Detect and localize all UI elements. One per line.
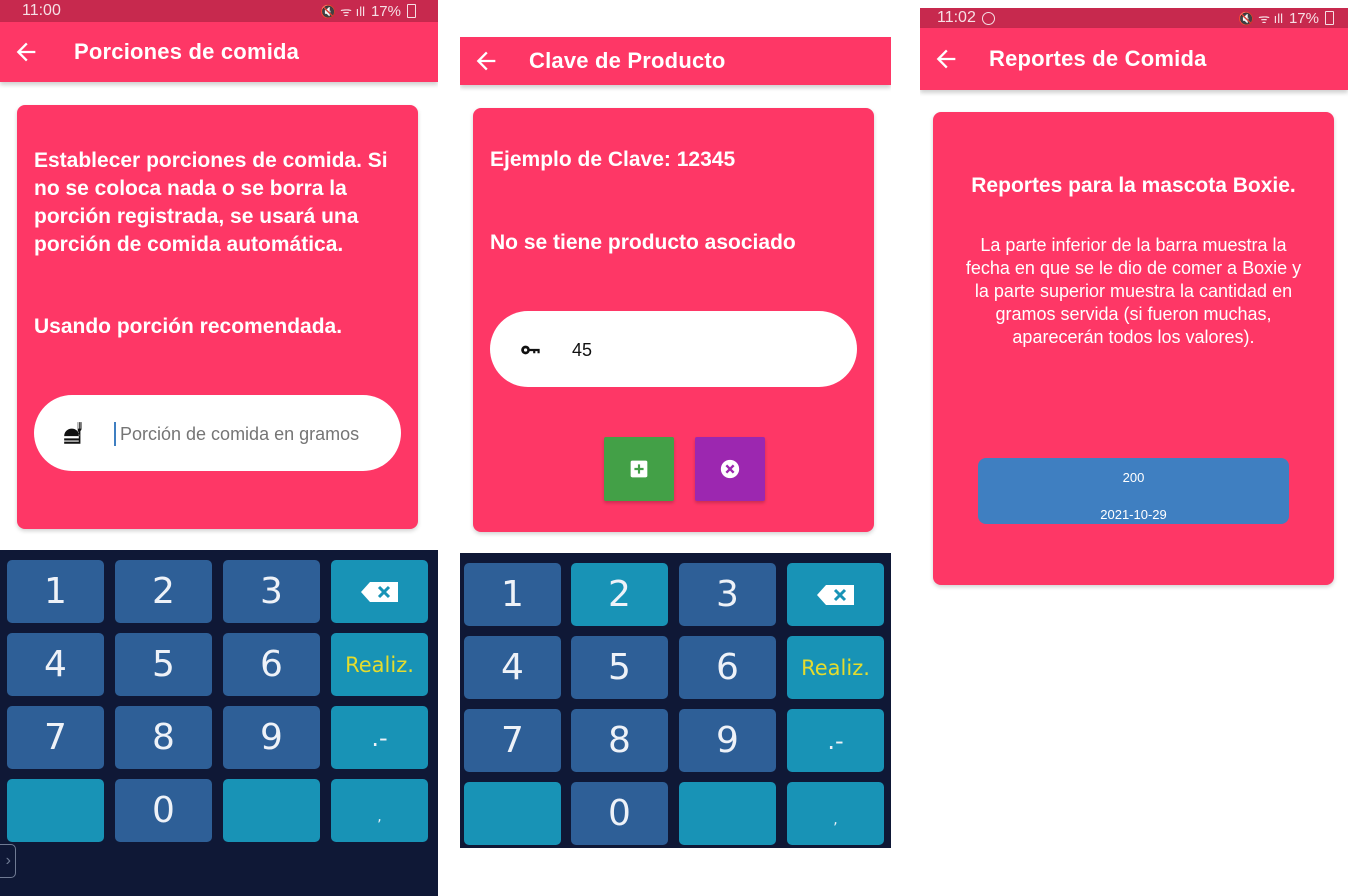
key-comma[interactable]: , [331,779,428,842]
signal-icons: 🔇 ᯤ ıll [1238,11,1283,26]
food-portion-icon [64,422,82,444]
key-2[interactable]: 2 [571,563,668,626]
key-icon [521,345,540,355]
key-7[interactable]: 7 [464,709,561,772]
page-title: Porciones de comida [74,39,300,64]
key-1[interactable]: 1 [7,560,104,623]
key-dot-minus[interactable]: .- [331,706,428,769]
text-cursor [114,422,116,446]
key-done[interactable]: Realiz. [787,636,884,699]
backspace-icon [816,584,854,605]
product-key-input[interactable] [570,331,834,369]
back-arrow-icon[interactable] [932,45,960,73]
key-3[interactable]: 3 [679,563,776,626]
reports-card: Reportes para la mascota Boxie. La parte… [933,112,1334,585]
add-product-button[interactable] [604,437,674,501]
key-backspace[interactable] [331,560,428,623]
key-9[interactable]: 9 [223,706,320,769]
key-blank-right[interactable] [679,782,776,845]
portion-card: Establecer porciones de comida. Si no se… [17,105,418,529]
key-1[interactable]: 1 [464,563,561,626]
key-5[interactable]: 5 [115,633,212,696]
back-arrow-icon[interactable] [472,47,500,75]
key-blank-left[interactable] [7,779,104,842]
key-6[interactable]: 6 [223,633,320,696]
key-dot-minus[interactable]: .- [787,709,884,772]
product-key-input-container[interactable] [490,311,857,387]
battery-icon [407,4,416,18]
page-title: Clave de Producto [529,48,726,73]
key-4[interactable]: 4 [7,633,104,696]
key-3[interactable]: 3 [223,560,320,623]
panel-reportes: 11:02 🔇 ᯤ ıll 17% Reportes de Comida Rep… [920,0,1348,896]
battery-level: 17% [1288,9,1319,27]
battery-level: 17% [370,2,401,20]
key-done[interactable]: Realiz. [331,633,428,696]
key-blank-right[interactable] [223,779,320,842]
page-title: Reportes de Comida [989,46,1207,71]
status-time: 11:02 [937,9,976,26]
reports-description: La parte inferior de la barra muestra la… [965,235,1302,347]
numeric-keyboard: 1 2 3 4 5 6 Realiz. 7 8 9 .- 0 , › [0,550,438,896]
chevron-right-icon: › [5,852,11,869]
back-arrow-icon[interactable] [12,38,40,66]
key-9[interactable]: 9 [679,709,776,772]
example-key-text: Ejemplo de Clave: 12345 [490,148,736,171]
whatsapp-icon [981,11,995,25]
key-0[interactable]: 0 [571,782,668,845]
key-2[interactable]: 2 [115,560,212,623]
signal-icons: 🔇 ᯤ ıll [320,4,365,19]
report-amount: 200 [1122,470,1145,485]
key-8[interactable]: 8 [115,706,212,769]
numeric-keyboard: 1 2 3 4 5 6 Realiz. 7 8 9 .- 0 , [460,553,891,848]
portion-input[interactable] [118,415,382,453]
key-7[interactable]: 7 [7,706,104,769]
status-time: 11:00 [22,2,61,19]
key-backspace[interactable] [787,563,884,626]
instructions-text: Establecer porciones de comida. Si no se… [34,149,388,256]
cancel-icon [720,459,740,479]
add-box-icon [630,460,648,478]
key-0[interactable]: 0 [115,779,212,842]
key-8[interactable]: 8 [571,709,668,772]
app-bar: Reportes de Comida [920,28,1348,90]
status-bar: 11:00 🔇 ᯤ ıll 17% [0,0,438,22]
product-key-card: Ejemplo de Clave: 12345 No se tiene prod… [473,108,874,532]
report-date: 2021-10-29 [1100,507,1167,522]
portion-status-text: Usando porción recomendada. [34,315,343,338]
keyboard-collapse-handle[interactable]: › [0,844,16,878]
report-bar[interactable]: 200 2021-10-29 [978,458,1289,524]
key-6[interactable]: 6 [679,636,776,699]
key-4[interactable]: 4 [464,636,561,699]
product-status-text: No se tiene producto asociado [490,231,796,254]
cancel-product-button[interactable] [695,437,765,501]
key-5[interactable]: 5 [571,636,668,699]
reports-heading: Reportes para la mascota Boxie. [971,174,1296,197]
status-bar: 11:02 🔇 ᯤ ıll 17% [920,8,1348,28]
key-comma[interactable]: , [787,782,884,845]
app-bar: Clave de Producto [460,37,891,85]
app-bar: Porciones de comida [0,22,438,82]
panel-clave: Clave de Producto Ejemplo de Clave: 1234… [460,0,891,896]
panel-porciones: 11:00 🔇 ᯤ ıll 17% Porciones de comida Es… [0,0,438,896]
portion-input-container[interactable] [34,395,401,471]
key-blank-left[interactable] [464,782,561,845]
backspace-icon [360,581,398,602]
battery-icon [1325,11,1334,25]
